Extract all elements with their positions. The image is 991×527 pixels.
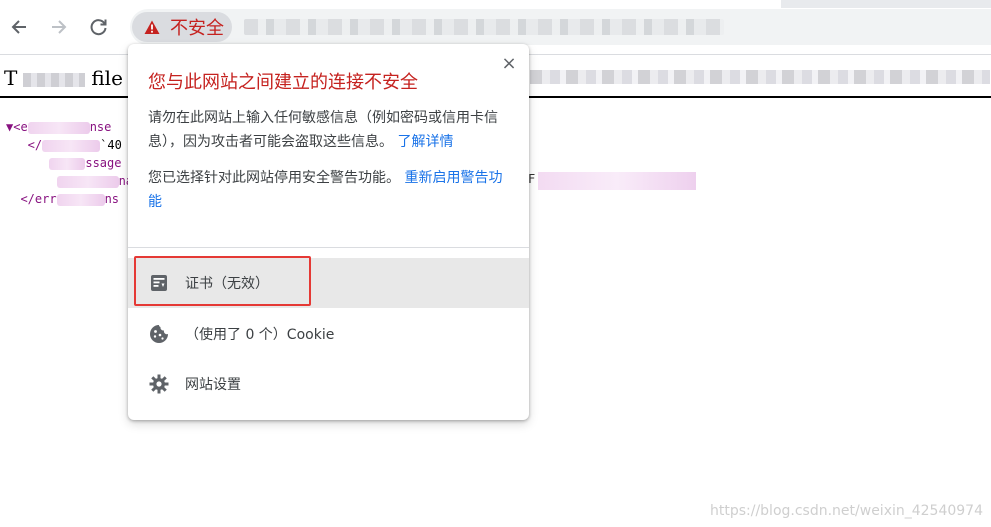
watermark: https://blog.csdn.net/weixin_42540974 bbox=[709, 503, 983, 519]
xml-tag: </err bbox=[6, 192, 57, 206]
heading-prefix: T bbox=[4, 66, 18, 90]
xml-blur bbox=[56, 175, 119, 188]
xml-line: </ `40 bbox=[6, 136, 133, 154]
disabled-text: 您已选择针对此网站停用安全警告功能。 bbox=[148, 170, 400, 186]
popup-divider bbox=[128, 247, 529, 248]
xml-tag: </ bbox=[6, 138, 43, 152]
xml-line[interactable]: ▼<e nse bbox=[6, 118, 133, 136]
site-settings-label: 网站设置 bbox=[185, 377, 241, 393]
back-arrow-icon bbox=[11, 20, 26, 34]
security-label: 不安全 bbox=[170, 18, 224, 39]
xml-right-blurred bbox=[538, 172, 696, 190]
xml-blur bbox=[42, 139, 101, 152]
annotation-highlight-box bbox=[134, 256, 311, 306]
site-settings-item[interactable]: 网站设置 bbox=[128, 359, 529, 409]
security-chip[interactable]: 不安全 bbox=[132, 12, 232, 42]
xml-tag: ▼<e bbox=[6, 120, 28, 134]
xml-tag bbox=[6, 156, 49, 170]
xml-blur bbox=[56, 193, 105, 206]
back-button[interactable] bbox=[6, 14, 32, 40]
gear-icon bbox=[149, 374, 169, 394]
xml-line: na bbox=[6, 172, 133, 190]
cookie-icon bbox=[149, 324, 169, 344]
heading-word: file bbox=[91, 66, 123, 90]
xml-tag: `40 bbox=[100, 138, 122, 152]
site-info-popup: 您与此网站之间建立的连接不安全 × 请勿在此网站上输入任何敏感信息（例如密码或信… bbox=[128, 44, 529, 420]
xml-tag bbox=[6, 174, 57, 188]
xml-line: </err ns bbox=[6, 190, 133, 208]
reload-button[interactable] bbox=[86, 14, 112, 40]
page-heading: Tfile bbox=[4, 66, 123, 90]
popup-body: 请勿在此网站上输入任何敏感信息（例如密码或信用卡信息），因为攻击者可能会盗取这些… bbox=[148, 106, 510, 226]
url-text-blurred[interactable] bbox=[244, 19, 724, 35]
xml-tag: nse bbox=[89, 120, 112, 134]
xml-right-char: F bbox=[528, 172, 536, 186]
close-icon[interactable]: × bbox=[501, 55, 517, 73]
cookie-item[interactable]: （使用了 0 个）Cookie bbox=[128, 309, 529, 359]
forward-arrow-icon bbox=[52, 20, 67, 34]
disabled-paragraph: 您已选择针对此网站停用安全警告功能。 重新启用警告功能 bbox=[148, 166, 510, 214]
xml-blur bbox=[27, 121, 90, 134]
heading-blur bbox=[23, 72, 86, 87]
xml-tree: ▼<e nse </ `40 ssage na </err ns bbox=[6, 118, 133, 208]
xml-blur bbox=[49, 157, 86, 170]
warning-paragraph: 请勿在此网站上输入任何敏感信息（例如密码或信用卡信息），因为攻击者可能会盗取这些… bbox=[148, 106, 510, 154]
forward-button[interactable] bbox=[46, 14, 72, 40]
xml-tag: ssage bbox=[85, 156, 122, 170]
window-edge bbox=[781, 0, 991, 8]
xml-tag: ns bbox=[104, 192, 120, 206]
xml-line: ssage bbox=[6, 154, 133, 172]
learn-more-link[interactable]: 了解详情 bbox=[397, 134, 453, 150]
reload-icon bbox=[90, 19, 107, 36]
popup-title: 您与此网站之间建立的连接不安全 bbox=[148, 72, 418, 93]
warning-triangle-icon bbox=[144, 20, 160, 34]
address-bar[interactable]: 不安全 bbox=[130, 9, 991, 45]
heading-right-blurred bbox=[530, 70, 990, 84]
cookie-label: （使用了 0 个）Cookie bbox=[185, 327, 335, 343]
